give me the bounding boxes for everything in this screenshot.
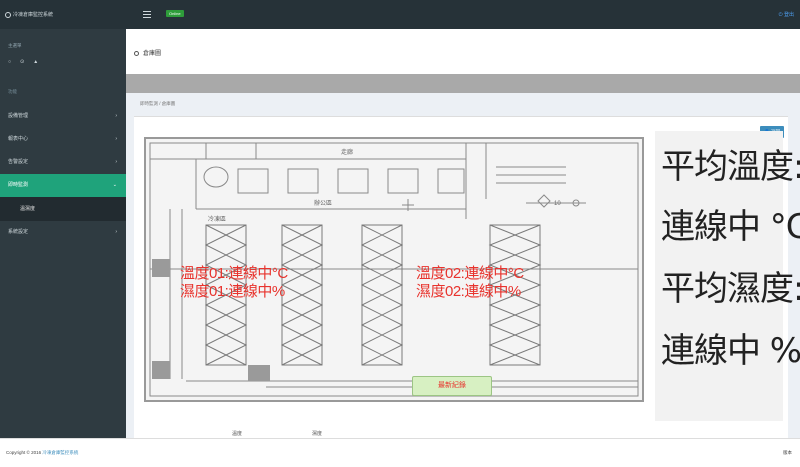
chevron-right-icon: › — [115, 159, 117, 165]
bottom-legend: 溫度 濕度 — [232, 430, 392, 437]
sidebar-item-label: 系統設定 — [8, 229, 29, 235]
page-title-text: 倉庫圖 — [143, 51, 162, 57]
sensor-01-temp: 溫度01:連線中°C — [180, 265, 288, 282]
chevron-right-icon: › — [115, 113, 117, 119]
room-label-corridor: 走廊 — [341, 148, 353, 156]
room-label-freezer: 冷凍區 — [208, 215, 226, 223]
page-title: 倉庫圖 — [134, 48, 161, 57]
main-content: 倉庫圖 即時監測 / 倉庫圖 👤 返回 — [126, 29, 800, 438]
avg-temp-value: 連線中 °C — [661, 207, 800, 247]
target-icon — [134, 50, 139, 56]
sidebar-item-label: 告警設定 — [8, 159, 29, 165]
summary-panel: 平均溫度: 連線中 °C 平均濕度: 連線中 % — [655, 131, 800, 421]
latest-record-button[interactable]: 最新紀錄 — [412, 376, 492, 396]
status-badge: Online — [166, 10, 184, 17]
logo-icon — [5, 11, 11, 18]
content-panel: 👤 返回 — [134, 116, 800, 438]
copyright-text: Copyright © 2016 — [6, 450, 42, 455]
circle-icon[interactable]: ○ — [8, 59, 11, 65]
triangle-icon[interactable]: ▲ — [33, 59, 38, 65]
version-label: 版本 — [783, 450, 792, 455]
sidebar-item-reports[interactable]: 報表中心 › — [0, 128, 126, 151]
target-icon[interactable]: ⊙ — [20, 59, 24, 65]
sidebar-item-settings[interactable]: 系統設定 › — [0, 221, 126, 244]
page-header: 倉庫圖 — [126, 29, 800, 74]
brand[interactable]: 冷凍倉庫監控系統 — [0, 0, 126, 29]
legend-temp: 溫度 — [232, 431, 243, 437]
sidebar-item-devices[interactable]: 設備管理 › — [0, 105, 126, 128]
avg-humidity-value: 連線中 % — [661, 331, 800, 371]
sidebar-item-label: 設備管理 — [8, 113, 29, 119]
sidebar: 主選單 ○ ⊙ ▲ 功能 設備管理 › 報表中心 › 告警設定 › 即時監測 ⌄ 溫濕度 系… — [0, 29, 126, 438]
sidebar-item-alerts[interactable]: 告警設定 › — [0, 151, 126, 174]
sidebar-item-label: 即時監測 — [8, 182, 29, 188]
breadcrumb[interactable]: 即時監測 / 倉庫圖 — [140, 101, 175, 107]
sidebar-item-monitor[interactable]: 即時監測 ⌄ — [0, 174, 126, 197]
sidebar-heading: 主選單 — [8, 43, 22, 48]
floor-plan: 走廊 辦公區 冷凍區 10 溫度01:連線中°C 濕度01:連線中% 溫度02:… — [144, 137, 644, 402]
chevron-down-icon: ⌄ — [112, 182, 117, 188]
sensor-02-readings[interactable]: 溫度02:連線中°C 濕度02:連線中% — [416, 265, 524, 301]
menu-toggle-icon[interactable] — [143, 11, 151, 18]
footer-link[interactable]: 冷凍倉庫監控系統 — [42, 450, 78, 455]
header-band — [126, 74, 800, 93]
door-number: 10 — [554, 201, 561, 207]
sensor-02-temp: 溫度02:連線中°C — [416, 265, 524, 282]
logout-label: 登出 — [783, 12, 794, 18]
legend-humidity: 濕度 — [312, 431, 323, 437]
logout-link[interactable]: ⏻ 登出 — [779, 11, 794, 18]
sensor-01-humidity: 濕度01:連線中% — [180, 283, 285, 300]
sidebar-item-label: 報表中心 — [8, 136, 29, 142]
chevron-right-icon: › — [115, 136, 117, 142]
top-navbar: 冷凍倉庫監控系統 Online ⏻ 登出 — [0, 0, 800, 29]
sidebar-subitem-temp-humidity[interactable]: 溫濕度 — [0, 197, 126, 221]
footer: Copyright © 2016 冷凍倉庫監控系統 版本 — [0, 438, 800, 467]
chevron-right-icon: › — [115, 229, 117, 235]
sensor-02-humidity: 濕度02:連線中% — [416, 283, 521, 300]
avg-temp-label: 平均溫度: — [661, 147, 800, 187]
sidebar-icon-row: ○ ⊙ ▲ — [0, 59, 126, 79]
brand-title: 冷凍倉庫監控系統 — [13, 12, 54, 18]
sensor-01-readings[interactable]: 溫度01:連線中°C 濕度01:連線中% — [180, 265, 288, 301]
avg-humidity-label: 平均濕度: — [661, 269, 800, 309]
sidebar-subheading: 功能 — [8, 89, 17, 94]
room-label-office: 辦公區 — [314, 199, 332, 207]
